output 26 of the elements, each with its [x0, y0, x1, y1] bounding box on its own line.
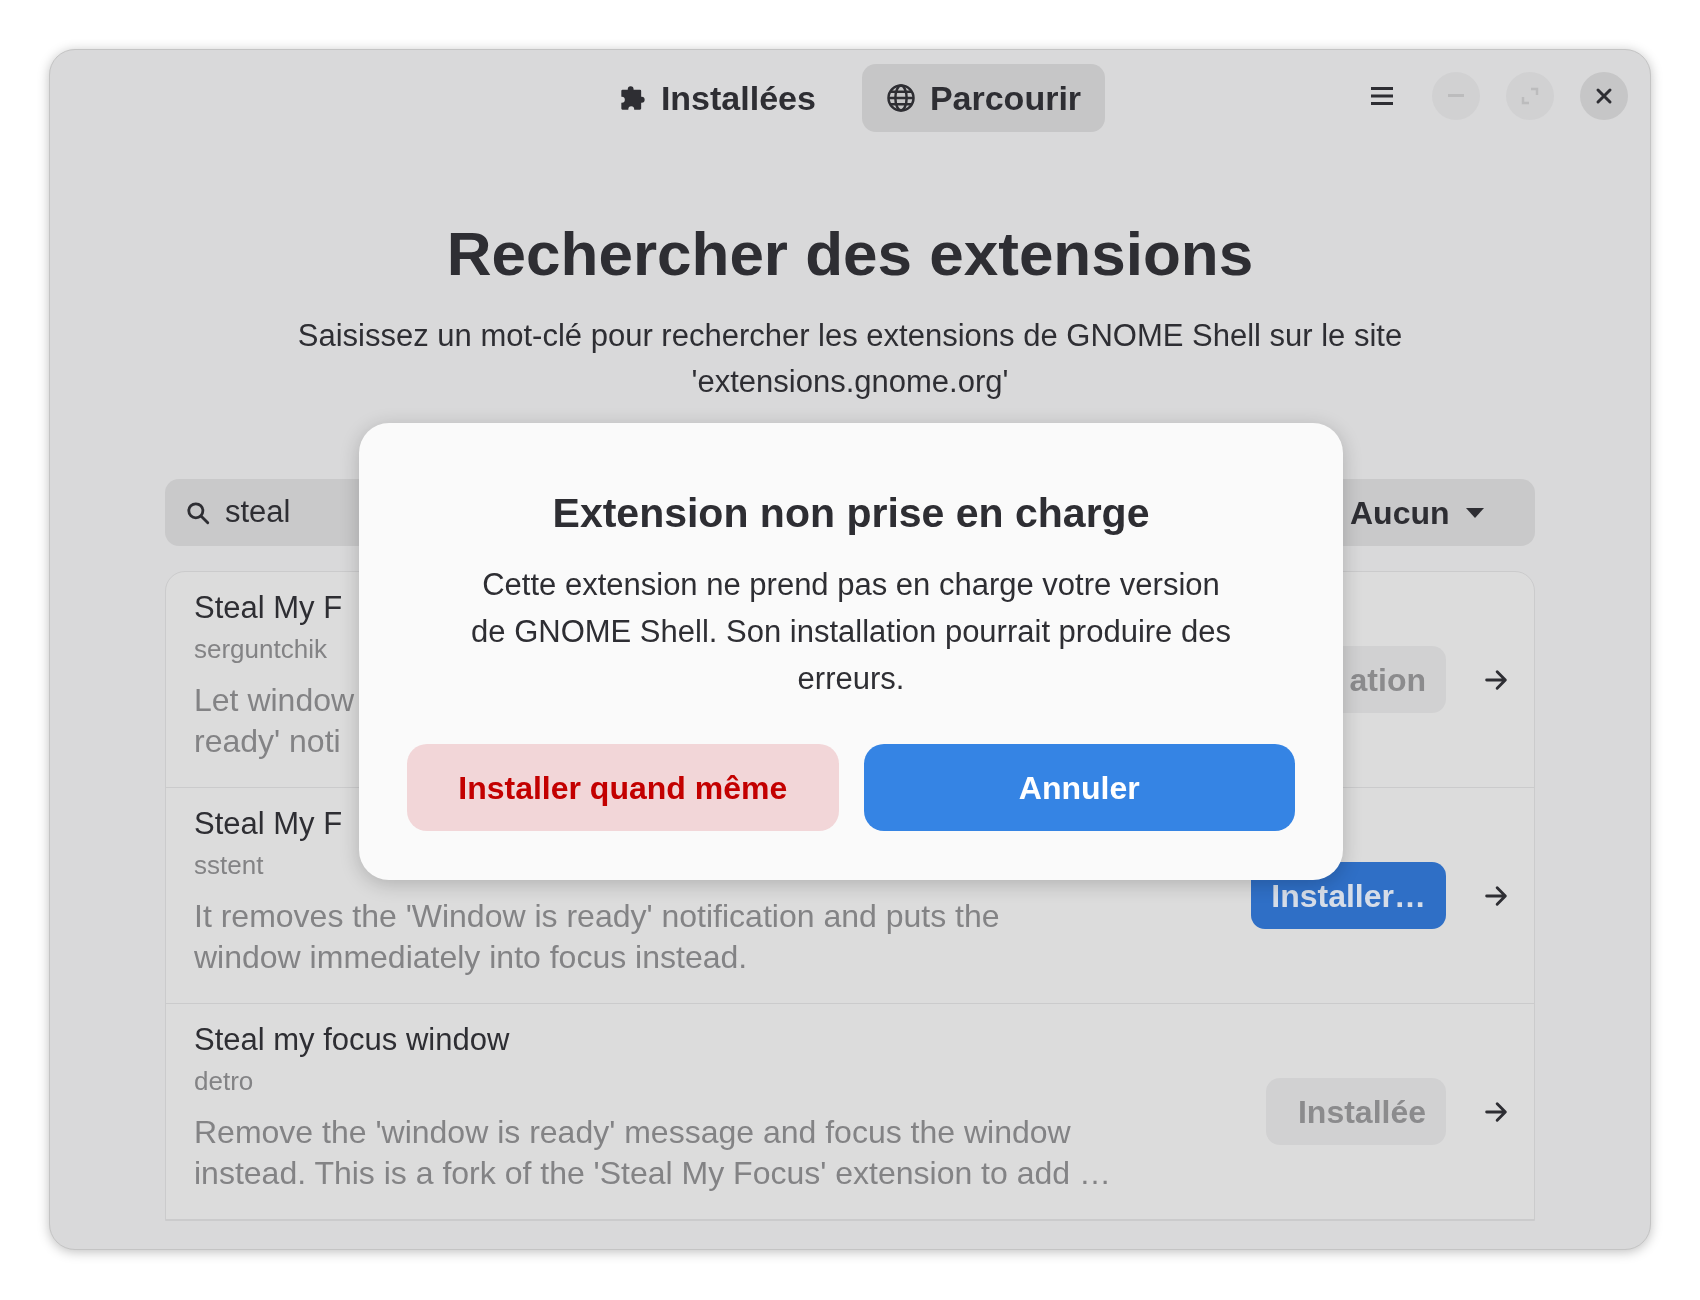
puzzle-icon: [618, 84, 647, 112]
extension-title: Steal My F: [194, 589, 343, 627]
search-input[interactable]: steal: [225, 489, 425, 536]
dropdown-caret-icon: [1465, 507, 1484, 518]
close-icon: [1595, 87, 1613, 105]
extension-author: serguntchik: [194, 633, 327, 666]
dialog-title: Extension non prise en charge: [552, 489, 1150, 538]
dialog-message: Cette extension ne prend pas en charge votre version de GNOME Shell. Son installation pourrait produire des erreurs.: [471, 566, 1231, 698]
dialog-button[interactable]: Installer quand même: [407, 744, 839, 831]
extension-title: Steal My F: [194, 805, 343, 843]
extension-description: Let window ready' noti: [194, 681, 355, 761]
extension-author: detro: [194, 1065, 254, 1098]
dialog-button[interactable]: Annuler: [863, 744, 1295, 831]
extension-description: It removes the 'Window is ready' notification and puts the window immediately into focus instead.: [194, 897, 1000, 977]
view-tab[interactable]: Parcourir: [861, 64, 1106, 132]
view-tab[interactable]: Installées: [594, 64, 840, 132]
close-button[interactable]: [1580, 72, 1628, 120]
search-icon: [185, 499, 211, 526]
menu-icon: [1371, 86, 1393, 106]
extension-author: sstent: [194, 849, 264, 882]
globe-icon: [885, 83, 916, 113]
page-description: Saisissez un mot-clé pour rechercher les extensions de GNOME Shell sur le site 'extensions.gnome.org': [296, 317, 1404, 401]
extension-description: Remove the 'window is ready' message and focus the window instead. This is a fork of the 'Steal My Focus' extension to add …: [194, 1113, 1111, 1193]
page-heading: Rechercher des extensions: [445, 222, 1255, 286]
result-row[interactable]: Steal my focus window detro Remove the 'window is ready' message and focus the window instead. This is a fork of the 'Steal My Focus' extension to add … Installée: [166, 1004, 1534, 1220]
extension-title: Steal my focus window: [194, 1021, 510, 1059]
